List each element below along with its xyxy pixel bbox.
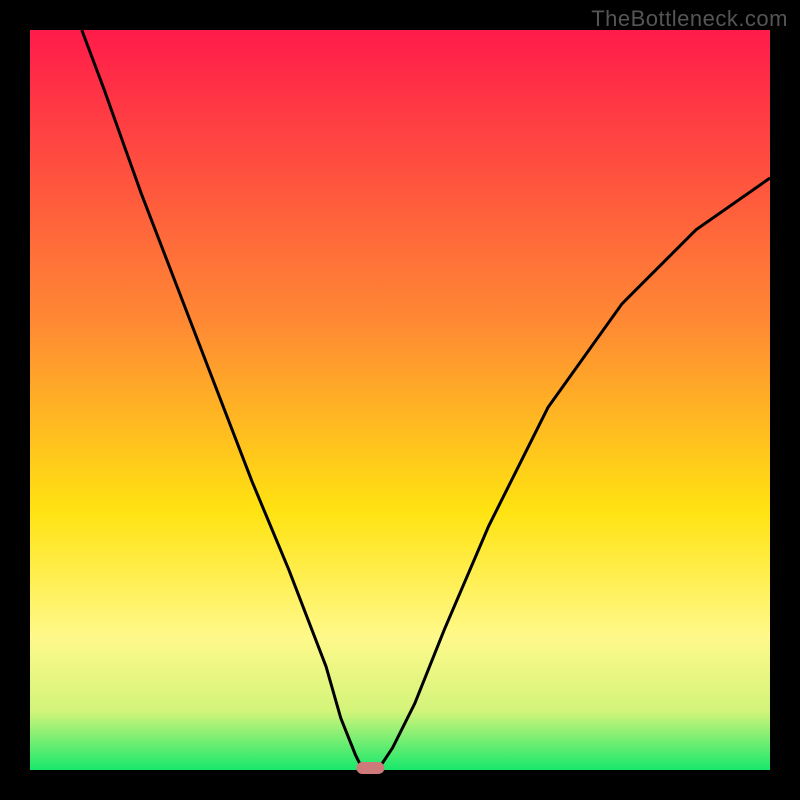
- plot-background: [30, 30, 770, 770]
- bottleneck-chart: [0, 0, 800, 800]
- watermark-text: TheBottleneck.com: [591, 6, 788, 32]
- optimum-marker: [356, 762, 384, 774]
- chart-frame: TheBottleneck.com: [0, 0, 800, 800]
